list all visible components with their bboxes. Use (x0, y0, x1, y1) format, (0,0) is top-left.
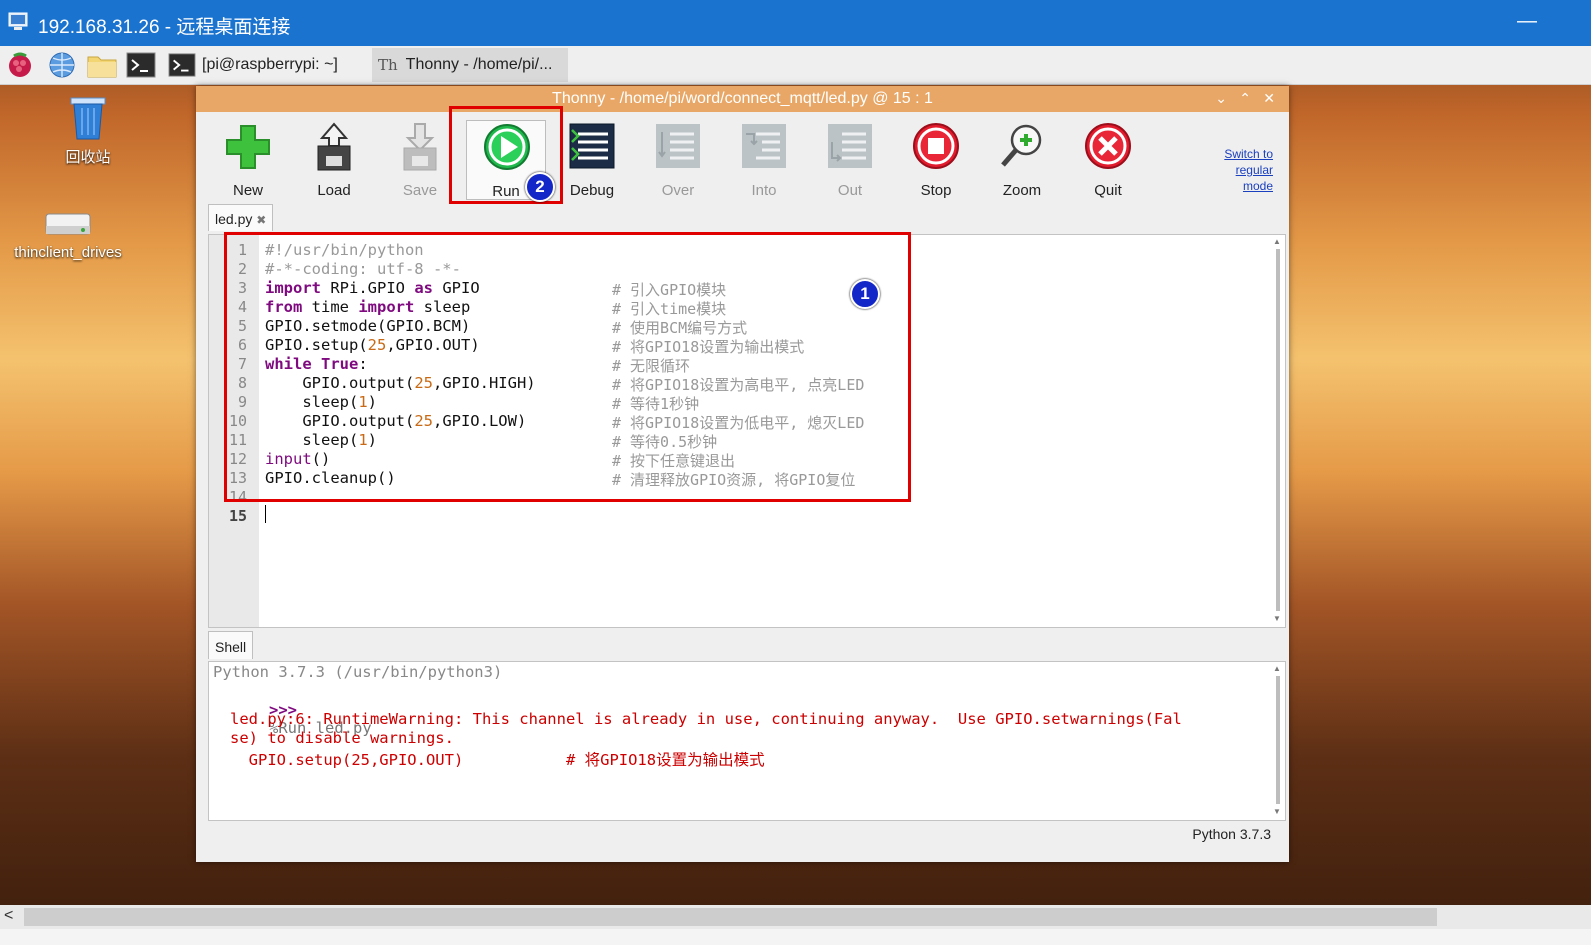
tab-shell[interactable]: Shell (208, 631, 254, 659)
browser-icon[interactable] (48, 51, 76, 79)
taskbar-task-label: Thonny - /home/pi/... (405, 56, 553, 73)
zoom-label: Zoom (1002, 182, 1042, 199)
step-out-button[interactable]: Out (810, 120, 890, 200)
terminal-icon (168, 53, 196, 77)
new-label: New (232, 182, 263, 199)
taskbar: [pi@raspberrypi: ~] Th Thonny - /home/pi… (0, 46, 1591, 85)
stop-icon (913, 123, 959, 169)
remote-desktop-titlebar: 192.168.31.26 - 远程桌面连接 — (0, 0, 1591, 46)
over-label: Over (661, 182, 695, 199)
save-button[interactable]: Save (380, 120, 460, 200)
stop-label: Stop (920, 182, 952, 199)
shell-warning-line: led.py:6: RuntimeWarning: This channel i… (230, 710, 1182, 728)
zoom-button[interactable]: Zoom (982, 120, 1062, 200)
zoom-icon (1001, 124, 1042, 167)
taskbar-task-thonny[interactable]: Th Thonny - /home/pi/... (372, 48, 568, 82)
into-label: Into (751, 182, 777, 199)
code-highlight-box (224, 232, 911, 502)
scroll-thumb[interactable] (24, 908, 1437, 926)
step-over-icon (656, 124, 700, 168)
quit-icon (1085, 123, 1131, 169)
step-into-icon (742, 124, 786, 168)
stop-button[interactable]: Stop (896, 120, 976, 200)
tab-led-py[interactable]: led.py ✖ (208, 204, 274, 231)
annotation-badge-2: 2 (525, 172, 555, 202)
shell-panel[interactable]: Python 3.7.3 (/usr/bin/python3) >>> %Run… (208, 661, 1286, 821)
desktop-icon-trash[interactable]: 回收站 (58, 92, 118, 167)
shell-tab-label: Shell (215, 639, 247, 655)
interpreter-status[interactable]: Python 3.7.3 (1192, 826, 1271, 842)
load-label: Load (317, 182, 351, 199)
line-number-current: 15 (228, 507, 247, 525)
desktop-icon-drives[interactable]: thinclient_drives (6, 208, 130, 261)
annotation-badge-1: 1 (850, 279, 880, 309)
desktop-icon-label: 回收站 (65, 149, 111, 166)
remote-desktop-icon (8, 12, 28, 30)
bottom-strip (0, 929, 1591, 945)
drive-icon (45, 213, 91, 235)
text-cursor (265, 505, 266, 523)
toolbar: New Load Save Run Debug Over Into Out St… (196, 112, 1289, 204)
step-out-icon (828, 124, 872, 168)
step-over-button[interactable]: Over (638, 120, 718, 200)
shell-warning-line: GPIO.setup(25,GPIO.OUT) # 将GPIO18设置为输出模式 (230, 751, 765, 769)
switch-mode-link[interactable]: Switch to regular mode (1224, 146, 1273, 194)
plus-icon (226, 125, 270, 169)
shell-scrollbar[interactable]: ▲ ▼ (1273, 664, 1283, 816)
taskbar-task-terminal[interactable]: [pi@raspberrypi: ~] (168, 48, 364, 82)
new-button[interactable]: New (208, 120, 288, 200)
trash-icon (70, 97, 106, 140)
maximize-button[interactable]: ⌃ (1239, 90, 1251, 107)
thonny-titlebar: Thonny - /home/pi/word/connect_mqtt/led.… (196, 86, 1289, 112)
desktop-icon-label: thinclient_drives (14, 244, 122, 261)
debug-label: Debug (569, 182, 615, 199)
load-button[interactable]: Load (294, 120, 374, 200)
save-icon (403, 123, 437, 171)
raspberry-menu-icon[interactable] (6, 51, 34, 79)
quit-button[interactable]: Quit (1068, 120, 1148, 200)
taskbar-task-label: [pi@raspberrypi: ~] (202, 56, 338, 73)
tab-label: led.py (215, 211, 253, 227)
thonny-title: Thonny - /home/pi/word/connect_mqtt/led.… (552, 90, 933, 107)
shell-warning-line: se) to disable warnings. (230, 729, 454, 747)
out-label: Out (837, 182, 863, 199)
shell-version-line: Python 3.7.3 (/usr/bin/python3) (213, 663, 503, 681)
close-tab-icon[interactable]: ✖ (256, 213, 266, 227)
debug-button[interactable]: Debug (552, 120, 632, 200)
file-manager-icon[interactable] (86, 51, 118, 79)
minimize-button[interactable]: — (1517, 10, 1537, 33)
remote-horizontal-scrollbar[interactable]: < (0, 905, 1591, 929)
remote-desktop-title: 192.168.31.26 - 远程桌面连接 (38, 17, 291, 38)
debug-icon (569, 123, 615, 169)
window-menu-button[interactable]: ⌄ (1215, 90, 1227, 107)
editor-scrollbar[interactable]: ▲ ▼ (1273, 237, 1283, 623)
save-label: Save (402, 182, 438, 199)
terminal-icon[interactable] (126, 51, 156, 79)
step-into-button[interactable]: Into (724, 120, 804, 200)
load-icon (317, 122, 351, 171)
thonny-icon: Th (378, 56, 398, 74)
quit-label: Quit (1094, 182, 1122, 199)
scroll-left-icon[interactable]: < (4, 907, 13, 925)
close-window-button[interactable]: ✕ (1263, 90, 1275, 107)
